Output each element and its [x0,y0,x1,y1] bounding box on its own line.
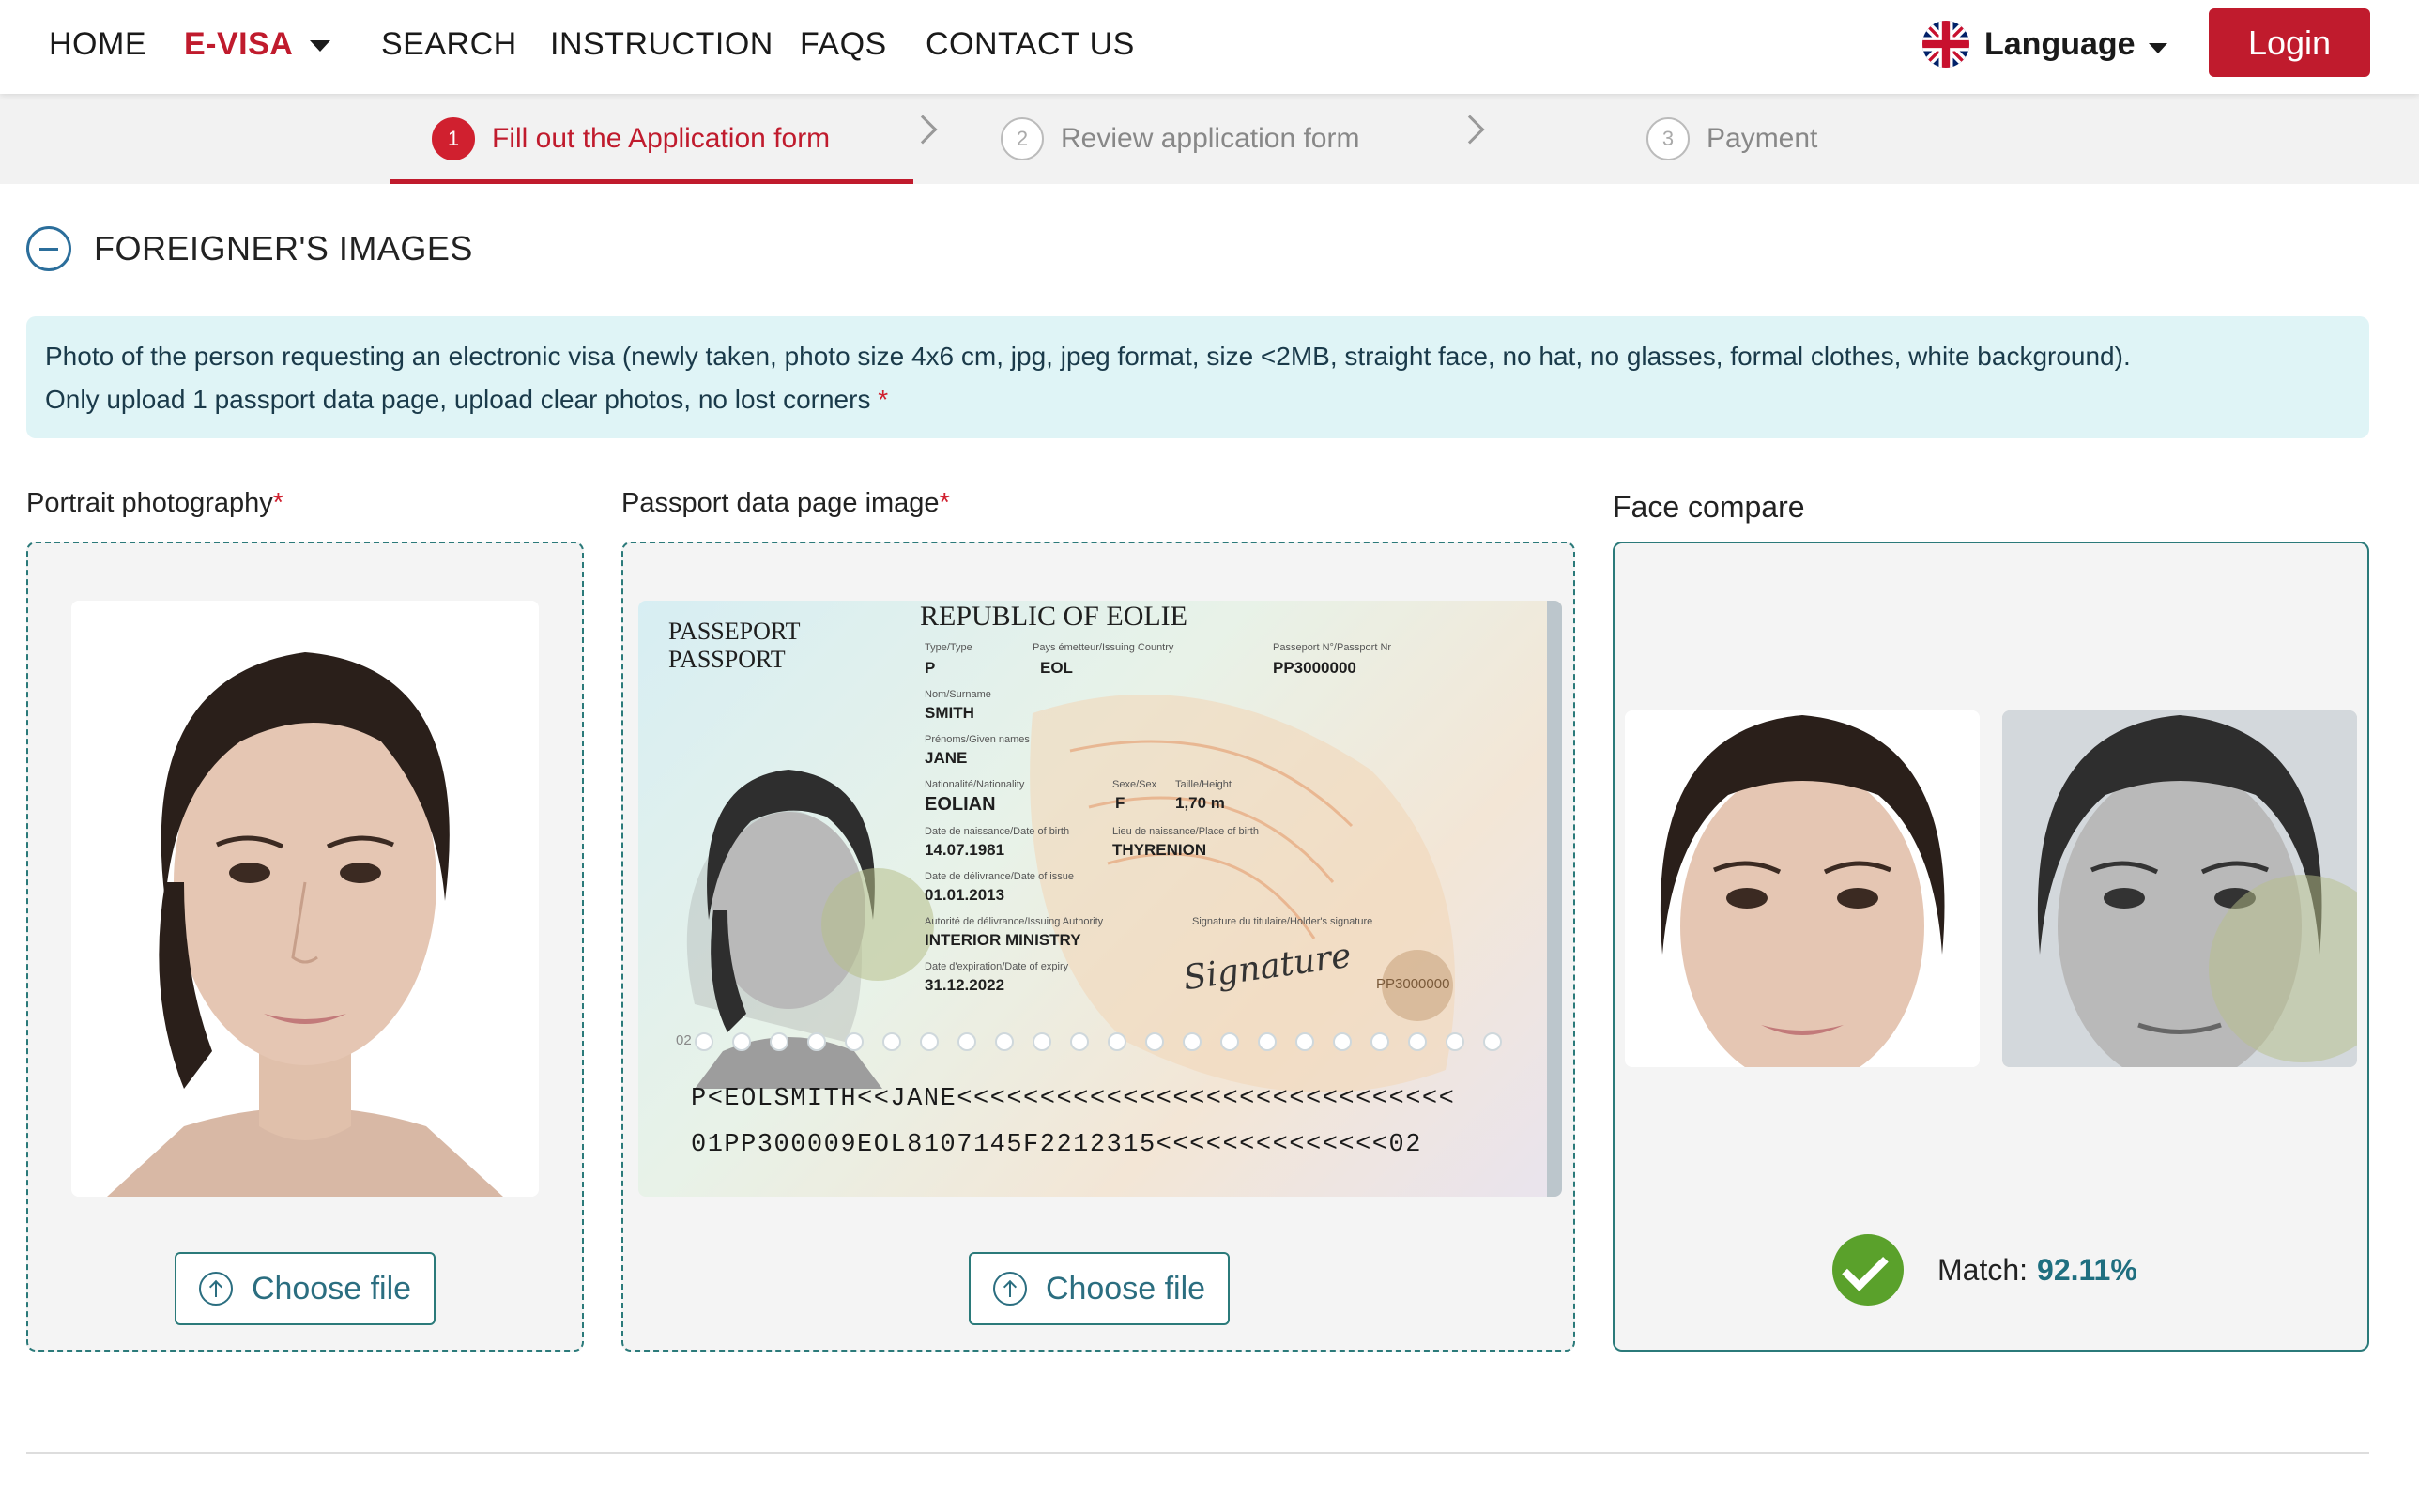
passport-title-2: PASSPORT [668,646,786,673]
nav-search[interactable]: SEARCH [381,23,517,66]
passport-mrz-line-1: P<EOLSMITH<<JANE<<<<<<<<<<<<<<<<<<<<<<<<… [691,1085,1456,1113]
portrait-label-text: Portrait photography [26,488,273,518]
passport-nationality-value: EOLIAN [925,794,996,815]
collapse-minus-icon[interactable] [26,226,71,271]
step-number: 1 [432,117,475,160]
required-mark: * [939,488,950,518]
passport-given-label: Prénoms/Given names [925,734,1030,745]
required-mark: * [272,488,284,518]
portrait-choose-file-button[interactable]: Choose file [175,1252,436,1325]
notice-line-1: Photo of the person requesting an electr… [45,342,2131,371]
passport-authority-value: INTERIOR MINISTRY [925,931,1081,949]
nav-faqs[interactable]: FAQS [800,23,887,66]
passport-expiry-label: Date d'expiration/Date of expiry [925,961,1069,972]
passport-number-value: PP3000000 [1273,659,1356,677]
upload-instructions-notice: Photo of the person requesting an electr… [26,316,2369,438]
caret-down-icon [2148,42,2167,53]
uk-flag-icon [1922,21,1969,68]
notice-line-2-text: Only upload 1 passport data page, upload… [45,385,871,414]
passport-sex-value: F [1115,794,1125,812]
passport-height-label: Taille/Height [1175,779,1232,790]
step-review-form[interactable]: 2 Review application form [1001,94,1359,184]
portrait-photo-preview [71,601,539,1197]
passport-given-value: JANE [925,749,968,767]
passport-photo-preview: REPUBLIC OF EOLIE PASSEPORT PASSPORT Typ… [638,601,1562,1197]
step-label: Payment [1707,123,1818,154]
passport-signature-label: Signature du titulaire/Holder's signatur… [1192,916,1373,927]
passport-nationality-label: Nationalité/Nationality [925,779,1025,790]
passport-title-1: PASSEPORT [668,618,801,645]
nav-home[interactable]: HOME [49,23,146,66]
passport-type-label: Type/Type [925,642,972,653]
nav-evisa-label: E-VISA [184,26,294,62]
passport-issue-value: 01.01.2013 [925,886,1005,904]
passport-label-text: Passport data page image [621,488,940,518]
passport-page-code: 02 [676,1032,692,1048]
notice-line-2: Only upload 1 passport data page, upload… [45,378,2350,421]
section-title: FOREIGNER'S IMAGES [94,229,473,267]
passport-issuing-label: Pays émetteur/Issuing Country [1033,642,1174,653]
passport-country: REPUBLIC OF EOLIE [920,601,1187,632]
active-step-underline [390,179,913,184]
step-label: Fill out the Application form [492,123,831,154]
language-selector[interactable]: Language [1922,21,2167,68]
required-mark: * [878,385,889,414]
step-number: 2 [1001,117,1044,160]
caret-down-icon [310,40,331,53]
step-payment[interactable]: 3 Payment [1646,94,1817,184]
passport-dob-value: 14.07.1981 [925,841,1005,859]
language-label: Language [1984,25,2136,62]
passport-mrz-line-2: 01PP300009EOL8107145F2212315<<<<<<<<<<<<… [691,1131,1422,1159]
step-number: 3 [1646,117,1690,160]
step-fill-form[interactable]: 1 Fill out the Application form [432,94,830,184]
match-value: 92.11% [2037,1252,2137,1287]
upload-icon [198,1272,233,1306]
passport-expiry-value: 31.12.2022 [925,976,1005,994]
passport-choose-file-button[interactable]: Choose file [969,1252,1230,1325]
passport-issuing-value: EOL [1040,659,1073,677]
face-compare-passport [2002,710,2357,1067]
choose-file-label: Choose file [251,1270,412,1306]
passport-label: Passport data page image* [621,488,950,519]
match-label: Match: [1937,1252,2029,1287]
passport-authority-label: Autorité de délivrance/Issuing Authority [925,916,1104,927]
passport-dob-label: Date de naissance/Date of birth [925,826,1070,837]
step-label: Review application form [1061,123,1360,154]
passport-pob-label: Lieu de naissance/Place of birth [1112,826,1259,837]
section-header[interactable]: FOREIGNER'S IMAGES [26,225,473,272]
login-button[interactable]: Login [2209,8,2370,77]
face-compare-portrait [1625,710,1980,1067]
passport-pob-value: THYRENION [1112,841,1207,859]
passport-sex-label: Sexe/Sex [1112,779,1157,790]
nav-evisa[interactable]: E-VISA [184,23,331,66]
passport-issue-label: Date de délivrance/Date of issue [925,871,1074,882]
face-match-result: Match: 92.11% [1832,1234,2137,1306]
nav-contact-us[interactable]: CONTACT US [926,23,1135,66]
upload-icon [992,1272,1027,1306]
passport-surname-label: Nom/Surname [925,689,991,700]
passport-number-label: Passeport N°/Passport Nr [1273,642,1392,653]
passport-surname-value: SMITH [925,704,974,722]
passport-type-value: P [925,659,936,677]
passport-stamp-number: PP3000000 [1376,976,1450,992]
portrait-label: Portrait photography* [26,488,283,519]
check-circle-icon [1832,1234,1904,1306]
nav-instruction[interactable]: INSTRUCTION [550,23,773,66]
top-navbar: HOME E-VISA SEARCH INSTRUCTION FAQS CONT… [0,0,2419,94]
choose-file-label: Choose file [1045,1270,1206,1306]
passport-height-value: 1,70 m [1175,794,1225,812]
section-divider [26,1452,2369,1454]
face-compare-label: Face compare [1613,490,1805,524]
